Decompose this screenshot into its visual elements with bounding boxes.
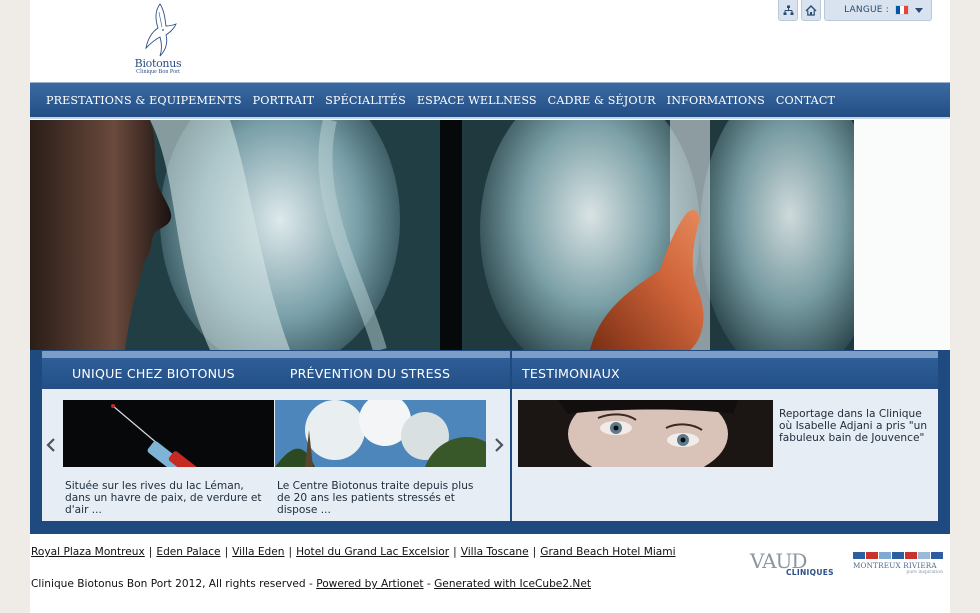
chevron-down-icon	[915, 7, 923, 13]
logo[interactable]: Biotonus Clinique Bon Port	[130, 2, 186, 80]
footer-link-eden-palace[interactable]: Eden Palace	[156, 546, 220, 558]
language-selector[interactable]: LANGUE :	[824, 0, 932, 21]
footer-separator: |	[288, 546, 293, 558]
brand-subtitle: Clinique Bon Port	[136, 69, 180, 75]
features-header: UNIQUE CHEZ BIOTONUS PRÉVENTION DU STRES…	[42, 358, 510, 389]
footer-separator: |	[532, 546, 537, 558]
nav-item-wellness[interactable]: ESPACE WELLNESS	[417, 94, 537, 107]
nav-item-cadre-sejour[interactable]: CADRE & SÉJOUR	[548, 94, 656, 107]
bird-logo-icon	[145, 3, 177, 57]
montreux-riviera-logo[interactable]: MONTREUX RIVIERA pure inspiration	[853, 552, 943, 576]
french-flag-icon	[895, 5, 909, 15]
powered-by-link[interactable]: Powered by Artionet	[316, 578, 423, 590]
footer-link-villa-eden[interactable]: Villa Eden	[232, 546, 284, 558]
footer-link-grand-lac[interactable]: Hotel du Grand Lac Excelsior	[296, 546, 449, 558]
sitemap-button[interactable]	[778, 0, 798, 21]
content-band: UNIQUE CHEZ BIOTONUS PRÉVENTION DU STRES…	[30, 350, 950, 534]
footer-link-grand-beach[interactable]: Grand Beach Hotel Miami	[540, 546, 675, 558]
riviera-color-blocks	[853, 552, 943, 559]
nav-item-informations[interactable]: INFORMATIONS	[667, 94, 765, 107]
language-label: LANGUE :	[844, 5, 889, 15]
testimonials-title: TESTIMONIAUX	[522, 366, 620, 381]
tab-prevention-du-stress[interactable]: PRÉVENTION DU STRESS	[290, 366, 450, 381]
footer-links: Royal Plaza Montreux | Eden Palace | Villa E…	[31, 546, 676, 558]
vaud-cliniques-logo[interactable]: VAUD CLINIQUES	[750, 551, 844, 579]
features-panel: UNIQUE CHEZ BIOTONUS PRÉVENTION DU STRES…	[42, 351, 510, 521]
brand-name: Biotonus	[134, 57, 182, 70]
generated-with-link[interactable]: Generated with IceCube2.Net	[434, 578, 591, 590]
syringe-image[interactable]	[63, 400, 274, 467]
testimonials-panel: TESTIMONIAUX Reportage dans la Clinique …	[512, 351, 938, 521]
testimonials-header: TESTIMONIAUX	[512, 358, 938, 389]
main-nav: PRESTATIONS & EQUIPEMENTS PORTRAIT SPÉCI…	[30, 82, 950, 119]
sitemap-icon	[783, 5, 793, 15]
cliniques-logo-text: CLINIQUES	[786, 568, 834, 577]
top-tools: LANGUE :	[778, 0, 932, 22]
nav-item-specialites[interactable]: SPÉCIALITÉS	[325, 94, 406, 107]
chevron-left-icon[interactable]	[46, 438, 56, 452]
footer-separator: |	[224, 546, 229, 558]
footer-link-royal-plaza[interactable]: Royal Plaza Montreux	[31, 546, 145, 558]
nav-item-prestations[interactable]: PRESTATIONS & EQUIPEMENTS	[46, 94, 242, 107]
xray-hero-image	[30, 120, 950, 350]
tree-photo	[275, 400, 486, 467]
tab-unique-chez-biotonus[interactable]: UNIQUE CHEZ BIOTONUS	[72, 366, 235, 381]
copyright-text: Clinique Biotonus Bon Port 2012, All rig…	[31, 578, 317, 590]
hero-banner	[30, 120, 950, 350]
testimonial-text[interactable]: Reportage dans la Clinique où Isabelle A…	[779, 408, 937, 444]
woman-face-photo	[518, 400, 773, 467]
copyright-dash: -	[423, 578, 435, 590]
footer-separator: |	[148, 546, 153, 558]
nav-item-contact[interactable]: CONTACT	[776, 94, 835, 107]
card-caption-1: Située sur les rives du lac Léman, dans …	[65, 480, 262, 516]
tree-image[interactable]	[275, 400, 486, 467]
riviera-logo-text: MONTREUX RIVIERA	[853, 561, 937, 570]
card-caption-2: Le Centre Biotonus traite depuis plus de…	[277, 480, 474, 516]
page: Biotonus Clinique Bon Port LANGUE : PRES…	[30, 0, 950, 613]
footer-link-villa-toscane[interactable]: Villa Toscane	[461, 546, 529, 558]
home-icon	[805, 4, 817, 16]
nav-item-portrait[interactable]: PORTRAIT	[253, 94, 315, 107]
riviera-tagline: pure inspiration	[906, 570, 943, 575]
copyright-line: Clinique Biotonus Bon Port 2012, All rig…	[31, 578, 591, 590]
syringe-photo	[63, 400, 274, 467]
home-button[interactable]	[801, 0, 821, 21]
chevron-right-icon[interactable]	[494, 438, 504, 452]
testimonial-image[interactable]	[518, 400, 773, 467]
footer-separator: |	[453, 546, 457, 558]
